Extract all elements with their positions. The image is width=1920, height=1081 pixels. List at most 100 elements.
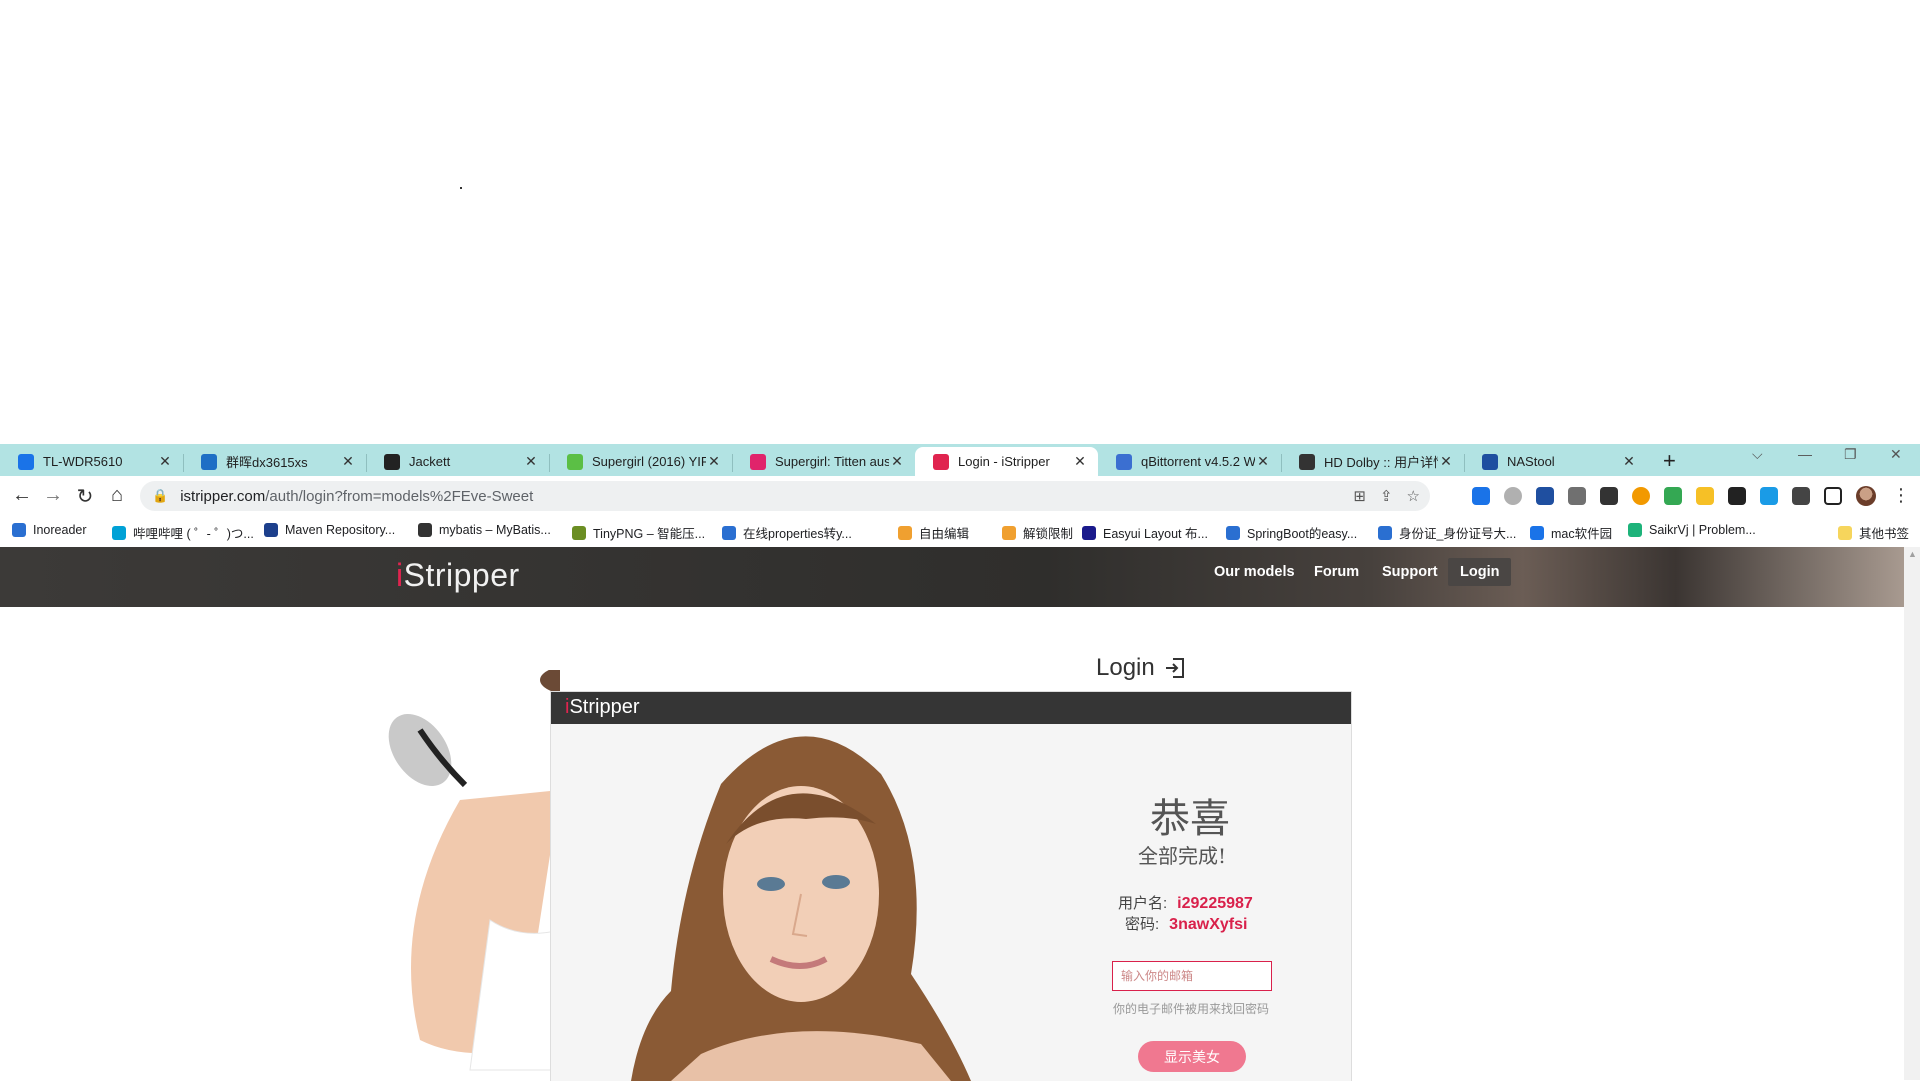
- new-tab-button[interactable]: +: [1663, 448, 1676, 474]
- extension-icon[interactable]: [1664, 487, 1682, 505]
- bookmark-item[interactable]: 解锁限制: [1002, 523, 1073, 542]
- bookmark-item[interactable]: 自由编辑: [898, 523, 969, 542]
- extension-icon[interactable]: [1696, 487, 1714, 505]
- bookmark-item[interactable]: mybatis – MyBatis...: [418, 523, 551, 537]
- nav-forum[interactable]: Forum: [1314, 564, 1359, 580]
- bookmark-item[interactable]: TinyPNG – 智能压...: [572, 523, 705, 542]
- close-tab-icon[interactable]: ✕: [523, 453, 539, 470]
- tab-search-icon[interactable]: ⌵: [1752, 446, 1763, 463]
- modal-logo-text: Stripper: [569, 696, 640, 718]
- bookmark-item[interactable]: SpringBoot的easy...: [1226, 523, 1357, 542]
- close-window-icon[interactable]: ✕: [1890, 446, 1902, 463]
- bookmark-favicon-icon: [418, 523, 432, 537]
- nav-support[interactable]: Support: [1382, 564, 1438, 580]
- close-tab-icon[interactable]: ✕: [1255, 453, 1271, 470]
- bookmark-item[interactable]: Inoreader: [12, 523, 87, 537]
- close-tab-icon[interactable]: ✕: [1438, 453, 1454, 470]
- istripper-logo[interactable]: iStripper: [396, 557, 520, 594]
- tab-0[interactable]: TL-WDR5610 ✕: [0, 447, 183, 476]
- hd-icon: [1299, 453, 1315, 470]
- background-model-image: [388, 670, 560, 1071]
- tab-4[interactable]: Supergirl: Titten aus ✕: [732, 447, 915, 476]
- tab-8[interactable]: NAStool ✕: [1464, 447, 1647, 476]
- dsm-icon: [201, 453, 217, 470]
- share-icon[interactable]: ⇪: [1380, 487, 1393, 505]
- address-bar[interactable]: 🔒 istripper.com/auth/login?from=models%2…: [140, 481, 1430, 511]
- help-extension-icon[interactable]: [1472, 487, 1490, 505]
- tab-6[interactable]: qBittorrent v4.5.2 W ✕: [1098, 447, 1281, 476]
- translate-icon[interactable]: ⊞: [1353, 487, 1366, 505]
- email-input[interactable]: [1112, 961, 1272, 991]
- forward-icon[interactable]: →: [41, 484, 65, 507]
- username-row: 用户名: i29225987: [1118, 892, 1253, 913]
- reload-icon[interactable]: ↻: [73, 484, 97, 509]
- bookmark-favicon-icon: [264, 523, 278, 537]
- bookmark-favicon-icon: [1530, 525, 1544, 540]
- back-icon[interactable]: ←: [10, 484, 34, 507]
- bookmark-favicon-icon: [1002, 525, 1016, 540]
- registration-complete-modal: iStripper: [550, 691, 1352, 1081]
- extension-icon[interactable]: [1536, 487, 1554, 505]
- minimize-icon[interactable]: —: [1798, 446, 1812, 462]
- tab-title: Login - iStripper: [958, 454, 1050, 469]
- modal-header: [551, 692, 1351, 724]
- bookmark-label: mybatis – MyBatis...: [439, 523, 551, 537]
- tab-7[interactable]: HD Dolby :: 用户详情 ✕: [1281, 447, 1464, 476]
- close-tab-icon[interactable]: ✕: [706, 453, 722, 470]
- bookmark-label: SpringBoot的easy...: [1247, 527, 1358, 541]
- page-title: Login: [1096, 654, 1187, 682]
- password-label: 密码:: [1125, 916, 1160, 933]
- extension-icon[interactable]: [1568, 487, 1586, 505]
- extension-icon[interactable]: [1728, 487, 1746, 505]
- modal-logo: iStripper: [565, 696, 639, 719]
- tab-5[interactable]: Login - iStripper ✕: [915, 447, 1098, 476]
- bookmark-item[interactable]: Maven Repository...: [264, 523, 395, 537]
- tab-strip: TL-WDR5610 ✕ 群晖dx3615xs ✕ Jackett ✕ Supergirl …: [0, 444, 1920, 476]
- puzzle-extensions-icon[interactable]: [1792, 487, 1810, 505]
- bookmark-item[interactable]: 在线properties转y...: [722, 523, 852, 542]
- bookmark-item[interactable]: 身份证_身份证号大...: [1378, 523, 1516, 542]
- bookmark-item[interactable]: 其他书签: [1838, 523, 1909, 542]
- close-tab-icon[interactable]: ✕: [340, 453, 356, 470]
- username-value: i29225987: [1177, 895, 1253, 912]
- tab-title: qBittorrent v4.5.2 W: [1141, 454, 1255, 469]
- close-tab-icon[interactable]: ✕: [1621, 453, 1637, 470]
- bookmark-label: 解锁限制: [1023, 527, 1074, 541]
- home-icon[interactable]: ⌂: [105, 484, 129, 507]
- bookmark-star-icon[interactable]: ☆: [1407, 487, 1420, 505]
- extension-icon[interactable]: [1632, 487, 1650, 505]
- tab-2[interactable]: Jackett ✕: [366, 447, 549, 476]
- url-host: istripper.com: [180, 487, 266, 505]
- show-models-button[interactable]: 显示美女: [1138, 1041, 1246, 1072]
- bookmark-favicon-icon: [722, 525, 736, 540]
- tab-3[interactable]: Supergirl (2016) YIFY ✕: [549, 447, 732, 476]
- tab-1[interactable]: 群晖dx3615xs ✕: [183, 447, 366, 476]
- scroll-up-icon[interactable]: ▲: [1908, 549, 1917, 559]
- close-tab-icon[interactable]: ✕: [157, 453, 173, 470]
- page-scrollbar[interactable]: ▲: [1904, 547, 1920, 1080]
- profile-avatar[interactable]: [1856, 486, 1876, 506]
- bookmark-label: 身份证_身份证号大...: [1399, 527, 1517, 541]
- close-tab-icon[interactable]: ✕: [889, 453, 905, 470]
- bookmark-favicon-icon: [1082, 525, 1096, 540]
- restore-icon[interactable]: ❐: [1844, 446, 1857, 463]
- bookmark-item[interactable]: Easyui Layout 布...: [1082, 523, 1208, 542]
- tab-title: Supergirl: Titten aus: [775, 454, 889, 469]
- congrats-subtitle: 全部完成!: [1138, 844, 1227, 868]
- side-panel-icon[interactable]: [1824, 487, 1842, 505]
- logo-i: i: [396, 557, 404, 593]
- bookmark-item[interactable]: 哔哩哔哩 ( ゜- ゜)つ...: [112, 523, 254, 542]
- close-tab-icon[interactable]: ✕: [1072, 453, 1088, 470]
- bookmark-item[interactable]: mac软件园: [1530, 523, 1612, 542]
- extension-icon[interactable]: [1600, 487, 1618, 505]
- bookmark-item[interactable]: SaikrVj | Problem...: [1628, 523, 1756, 537]
- extension-icon[interactable]: [1504, 487, 1522, 505]
- menu-kebab-icon[interactable]: ⋮: [1892, 485, 1910, 506]
- nav-login[interactable]: Login: [1448, 558, 1512, 586]
- extension-icon[interactable]: [1760, 487, 1778, 505]
- bookmark-favicon-icon: [1628, 523, 1642, 537]
- tab-title: TL-WDR5610: [43, 454, 123, 469]
- nav-our-models[interactable]: Our models: [1214, 564, 1295, 580]
- url-text[interactable]: istripper.com/auth/login?from=models%2FE…: [180, 488, 533, 505]
- bookmark-label: 哔哩哔哩 ( ゜- ゜)つ...: [133, 527, 254, 541]
